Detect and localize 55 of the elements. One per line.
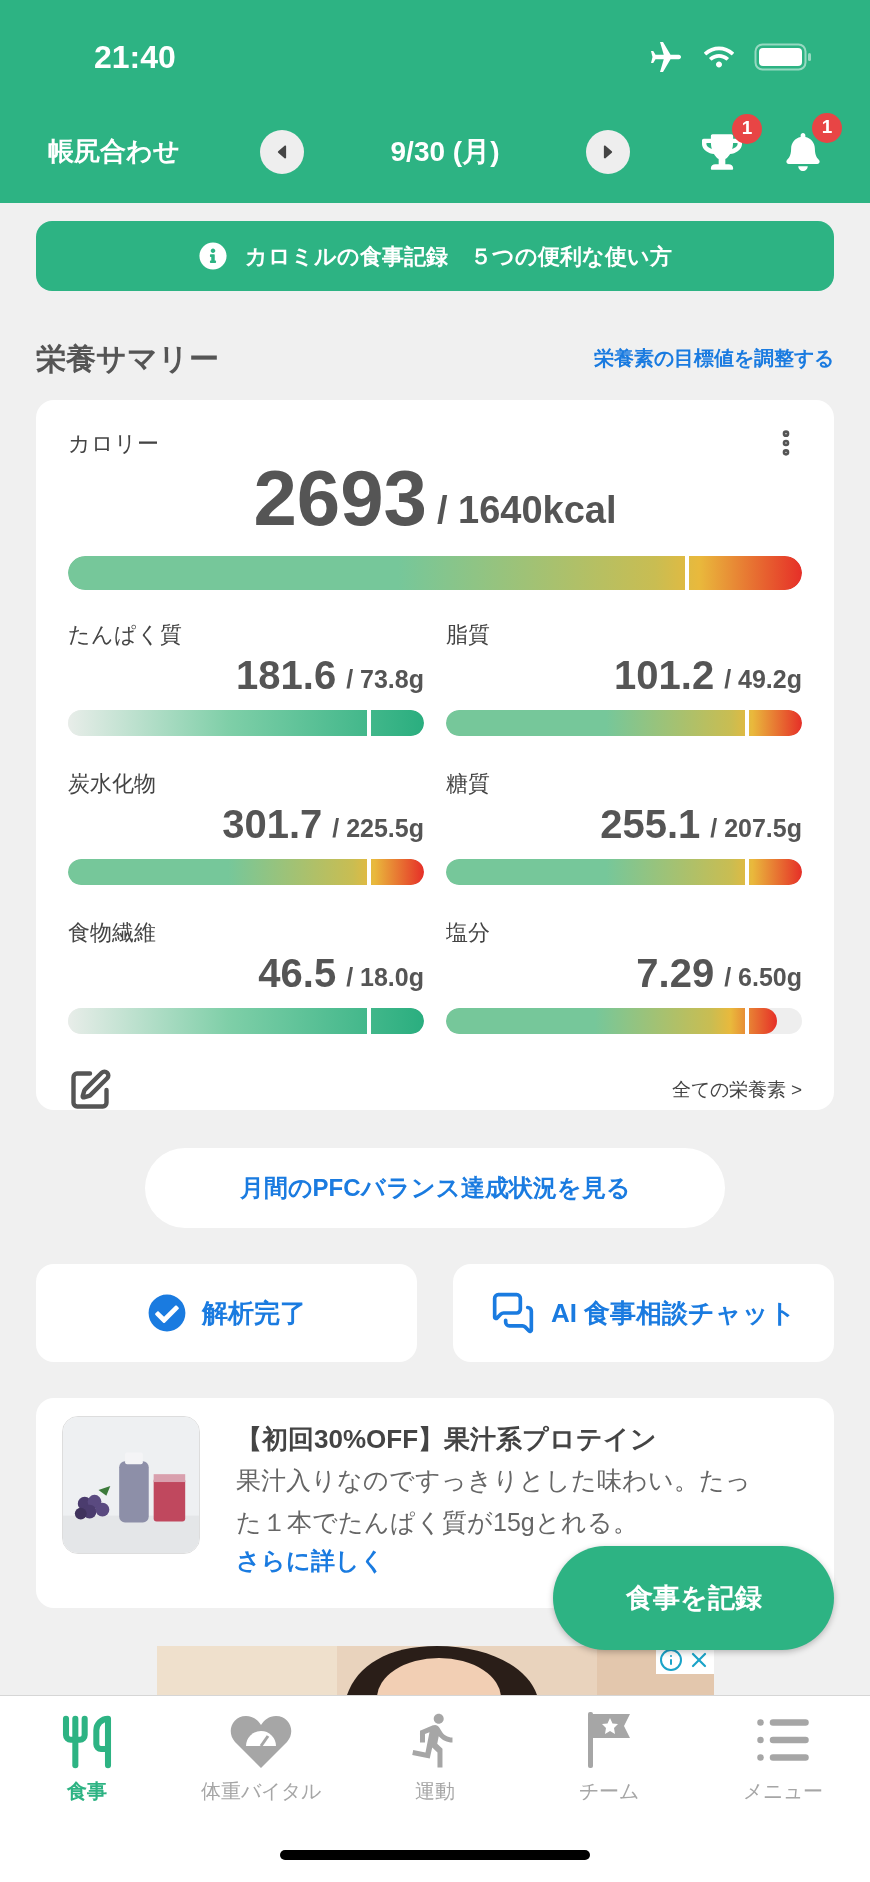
check-icon xyxy=(147,1294,186,1332)
nutrient-target: / 225.5g xyxy=(332,813,424,844)
calorie-value: 2693 xyxy=(253,458,427,538)
section-title: 栄養サマリー xyxy=(36,340,219,377)
airplane-icon xyxy=(648,39,684,75)
nutrient-label: 脂質 xyxy=(446,621,491,648)
previous-day-button[interactable] xyxy=(260,129,304,174)
ad-info-icon[interactable] xyxy=(658,1648,683,1672)
more-details-link[interactable]: さらに詳しく xyxy=(236,1543,385,1579)
date-label: 9/30 (月) xyxy=(389,134,501,169)
nutrient-label: たんぱく質 xyxy=(68,621,183,648)
adjust-targets-link[interactable]: 栄養素の目標値を調整する xyxy=(594,343,834,373)
nutrient-value: 101.2 xyxy=(614,652,715,698)
notification-badge: 1 xyxy=(732,113,762,144)
calorie-target: / 1640kcal xyxy=(436,488,617,533)
nutrient-target: / 18.0g xyxy=(346,962,424,993)
tab-item[interactable]: 運動 xyxy=(348,1706,522,1806)
all-nutrients-link[interactable]: 全ての栄養素 > xyxy=(671,1075,802,1105)
status-time: 21:40 xyxy=(94,38,176,77)
tab-item[interactable]: メニュー xyxy=(696,1706,870,1806)
nutrient-label: 炭水化物 xyxy=(68,770,157,797)
record-meal-button[interactable]: 食事を記録 xyxy=(553,1546,834,1650)
nutrient-label: 食物繊維 xyxy=(68,919,157,946)
guide-banner[interactable]: カロミルの食事記録 ５つの便利な使い方 xyxy=(36,221,834,291)
heart-gauge-icon xyxy=(230,1714,292,1770)
nutrient-value: 46.5 xyxy=(258,950,337,996)
nutrient-label: 塩分 xyxy=(446,919,491,946)
tab-item[interactable]: 食事 xyxy=(0,1706,174,1806)
flag-icon xyxy=(586,1710,632,1770)
action-button[interactable]: 解析完了 xyxy=(36,1264,417,1362)
notification-badge: 1 xyxy=(812,112,842,143)
info-icon xyxy=(198,242,227,270)
header-title: 帳尻合わせ xyxy=(48,135,181,168)
nutrient-target: / 207.5g xyxy=(710,813,802,844)
nutrient-value: 301.7 xyxy=(222,801,323,847)
nutrient-label: 糖質 xyxy=(446,770,491,797)
ad-title: 【初回30%OFF】果汁系プロテイン xyxy=(236,1423,659,1456)
ad-description: 果汁入りなのですっきりとした味わい。たった１本でたんぱく質が15gとれる。 xyxy=(236,1465,752,1538)
trophy-icon[interactable] xyxy=(702,131,742,172)
calorie-label: カロリー xyxy=(68,429,159,458)
chat-icon xyxy=(490,1291,535,1335)
nutrient-target: / 6.50g xyxy=(724,962,802,993)
edit-icon[interactable] xyxy=(68,1068,112,1112)
action-button[interactable]: AI 食事相談チャット xyxy=(453,1264,834,1362)
nutrient-value: 7.29 xyxy=(636,950,715,996)
bell-icon[interactable] xyxy=(784,132,822,171)
nutrient-value: 181.6 xyxy=(236,652,337,698)
battery-icon xyxy=(754,43,812,71)
pfc-balance-button[interactable]: 月間のPFCバランス達成状況を見る xyxy=(145,1148,725,1228)
nutrient-value: 255.1 xyxy=(600,801,701,847)
next-day-button[interactable] xyxy=(586,129,630,174)
tab-item[interactable]: 体重バイタル xyxy=(174,1706,348,1806)
nutrient-target: / 49.2g xyxy=(724,664,802,695)
nutrient-target: / 73.8g xyxy=(346,664,424,695)
tab-item[interactable]: チーム xyxy=(522,1706,696,1806)
